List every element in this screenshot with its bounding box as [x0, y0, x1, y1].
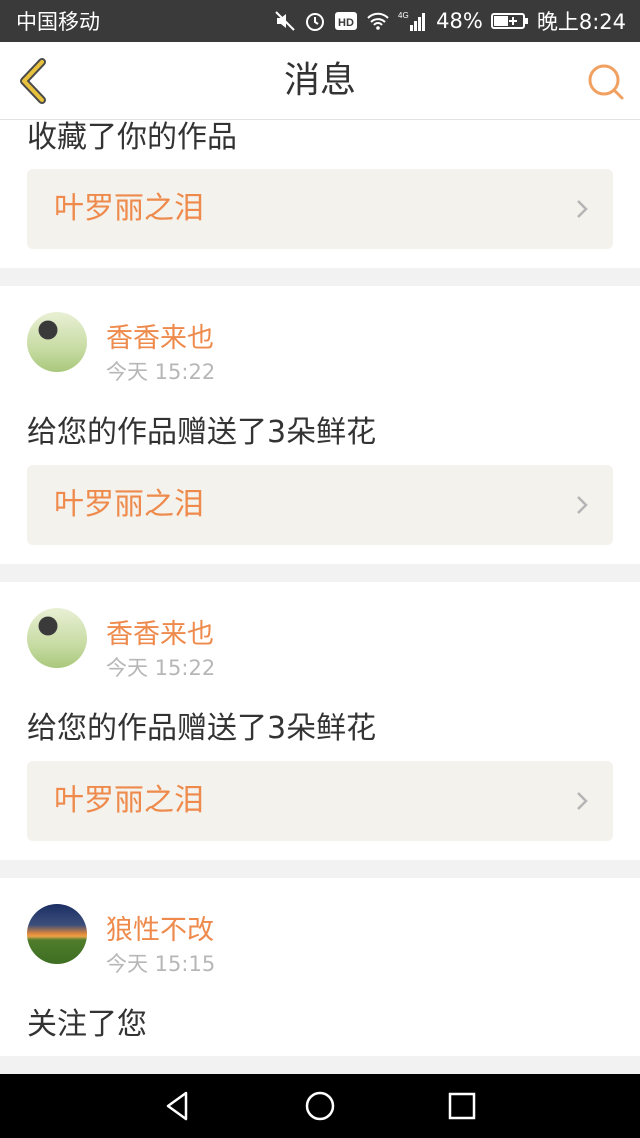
username[interactable]: 香香来也 [106, 612, 214, 651]
work-title: 叶罗丽之泪 [54, 191, 204, 226]
list-item: 收藏了你的作品 叶罗丽之泪 [0, 120, 640, 268]
status-icons: HD 4G 48% 晚上8:24 [274, 6, 626, 36]
avatar[interactable] [27, 312, 87, 372]
status-bar: 中国移动 HD 4G 48% 晚上8:24 [0, 0, 640, 42]
work-title: 叶罗丽之泪 [54, 783, 204, 818]
header-bar: 消息 [0, 42, 640, 120]
search-icon [588, 64, 624, 100]
list-item: 香香来也 今天 15:22 给您的作品赠送了3朵鲜花 叶罗丽之泪 [0, 582, 640, 860]
search-button[interactable] [586, 62, 626, 102]
battery-percent: 48% [436, 9, 483, 33]
work-link[interactable]: 叶罗丽之泪 [27, 169, 613, 249]
recents-square-icon[interactable] [444, 1088, 480, 1124]
timestamp: 今天 15:22 [106, 360, 216, 384]
battery-icon [490, 11, 529, 31]
username[interactable]: 香香来也 [106, 316, 214, 355]
message-list[interactable]: 收藏了你的作品 叶罗丽之泪 香香来也 今天 15:22 给您的作品赠送了3朵鲜花… [0, 120, 640, 1074]
chevron-right-icon [577, 496, 588, 514]
chevron-right-icon [577, 792, 588, 810]
page-title: 消息 [283, 60, 356, 101]
wifi-icon [366, 11, 390, 31]
avatar[interactable] [27, 904, 87, 964]
avatar[interactable] [27, 608, 87, 668]
home-circle-icon[interactable] [302, 1088, 338, 1124]
work-title: 叶罗丽之泪 [54, 487, 204, 522]
message-text: 给您的作品赠送了3朵鲜花 [27, 711, 377, 746]
hd-icon: HD [334, 11, 358, 31]
message-text: 给您的作品赠送了3朵鲜花 [27, 415, 377, 450]
chevron-right-icon [577, 200, 588, 218]
work-link[interactable]: 叶罗丽之泪 [27, 465, 613, 545]
message-text: 关注了您 [27, 1007, 147, 1042]
system-navigation-bar [0, 1074, 640, 1138]
list-item: 狼性不改 今天 15:15 关注了您 [0, 878, 640, 1056]
work-link[interactable]: 叶罗丽之泪 [27, 761, 613, 841]
list-item: 香香来也 今天 15:22 给您的作品赠送了3朵鲜花 叶罗丽之泪 [0, 286, 640, 564]
carrier-label: 中国移动 [16, 10, 100, 34]
timestamp: 今天 15:15 [106, 952, 216, 976]
signal-icon: 4G [398, 10, 428, 32]
clock: 晚上8:24 [536, 10, 626, 34]
back-triangle-icon[interactable] [160, 1088, 196, 1124]
username[interactable]: 狼性不改 [106, 908, 214, 947]
svg-text:4G: 4G [398, 11, 409, 20]
alarm-icon [304, 10, 326, 32]
svg-text:HD: HD [338, 17, 354, 29]
timestamp: 今天 15:22 [106, 656, 216, 680]
mute-icon [274, 10, 296, 32]
message-text: 收藏了你的作品 [27, 120, 237, 155]
